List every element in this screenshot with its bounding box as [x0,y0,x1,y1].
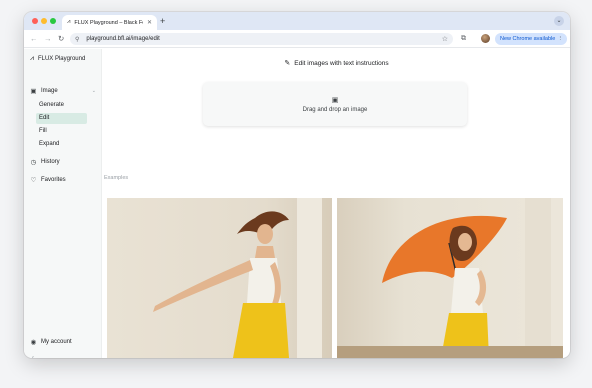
sidebar-item-label: History [41,159,60,165]
page-title: ✎ Edit images with text instructions [103,59,570,68]
example-image-dancer[interactable] [107,198,332,358]
magic-wand-icon: ✎ [284,60,291,67]
clock-icon: ◷ [30,159,37,166]
image-dropzone[interactable]: ▣ Drag and drop an image [203,82,467,126]
reload-icon[interactable]: ↻ [58,33,64,45]
url-text[interactable]: playground.bfl.ai/image/edit [86,36,441,42]
tab-close-icon[interactable]: ✕ [147,19,152,26]
browser-toolbar: ← → ↻ ⚲ playground.bfl.ai/image/edit ☆ ⧉… [24,30,570,48]
bookmark-star-icon[interactable]: ☆ [442,35,448,43]
collapse-sidebar-icon[interactable]: ‹ [32,355,34,358]
address-bar[interactable]: ⚲ playground.bfl.ai/image/edit ☆ [70,33,453,45]
forward-arrow-icon[interactable]: → [44,33,52,45]
user-circle-icon: ◉ [30,339,37,346]
sidebar-item-account[interactable]: ◉ My account [30,338,96,346]
image-upload-icon: ▣ [331,96,339,104]
sidebar-item-expand[interactable]: Expand [36,139,87,150]
tab-search-button[interactable]: ⌄ [554,16,564,26]
maximize-window-button[interactable] [50,18,56,24]
sidebar: ⩘ FLUX Playground ▣ Image ⌄ Generate Edi… [24,49,102,358]
tab-strip: ⩘ FLUX Playground – Black Forest Labs ✕ … [24,12,570,30]
main-content: ✎ Edit images with text instructions ▣ D… [103,49,570,358]
close-window-button[interactable] [32,18,38,24]
sidebar-item-fill[interactable]: Fill [36,126,87,137]
sidebar-item-favorites[interactable]: ♡ Favorites [30,176,96,184]
chrome-update-button[interactable]: New Chrome available ⋮ [495,33,567,45]
sidebar-item-generate[interactable]: Generate [36,100,87,111]
sidebar-item-edit[interactable]: Edit [36,113,87,124]
tab-title: FLUX Playground – Black Forest Labs [74,19,143,26]
new-tab-button[interactable]: + [160,15,165,27]
example-image-umbrella[interactable] [337,198,563,358]
sidebar-item-history[interactable]: ◷ History [30,158,96,166]
brand-name: FLUX Playground [37,56,86,62]
examples-label: Examples [104,175,129,181]
back-arrow-icon[interactable]: ← [30,33,38,45]
sidebar-item-label: Image [41,88,58,94]
site-settings-icon[interactable]: ⚲ [75,36,79,43]
floor [337,346,563,358]
flux-favicon-icon: ⩘ [67,19,71,25]
heart-icon: ♡ [30,177,37,184]
extensions-icon[interactable]: ⧉ [461,33,466,45]
wall-panel [525,198,551,358]
sidebar-item-label: My account [41,339,72,345]
chrome-update-label: New Chrome available [500,36,556,42]
minimize-window-button[interactable] [41,18,47,24]
sidebar-item-label: Favorites [41,177,66,183]
browser-tab[interactable]: ⩘ FLUX Playground – Black Forest Labs ✕ [62,15,157,30]
page-title-text: Edit images with text instructions [294,59,389,67]
image-icon: ▣ [30,88,37,95]
sidebar-item-image[interactable]: ▣ Image ⌄ [30,87,96,95]
chevron-down-icon[interactable]: ⌄ [92,88,96,94]
dropzone-text: Drag and drop an image [302,106,368,113]
profile-avatar[interactable] [481,34,490,43]
wall-panel [297,198,322,358]
browser-window: ⩘ FLUX Playground – Black Forest Labs ✕ … [24,12,570,358]
flux-logo-icon: ⩘ [30,55,34,62]
brand[interactable]: ⩘ FLUX Playground [30,55,85,63]
more-menu-icon[interactable]: ⋮ [558,36,564,42]
